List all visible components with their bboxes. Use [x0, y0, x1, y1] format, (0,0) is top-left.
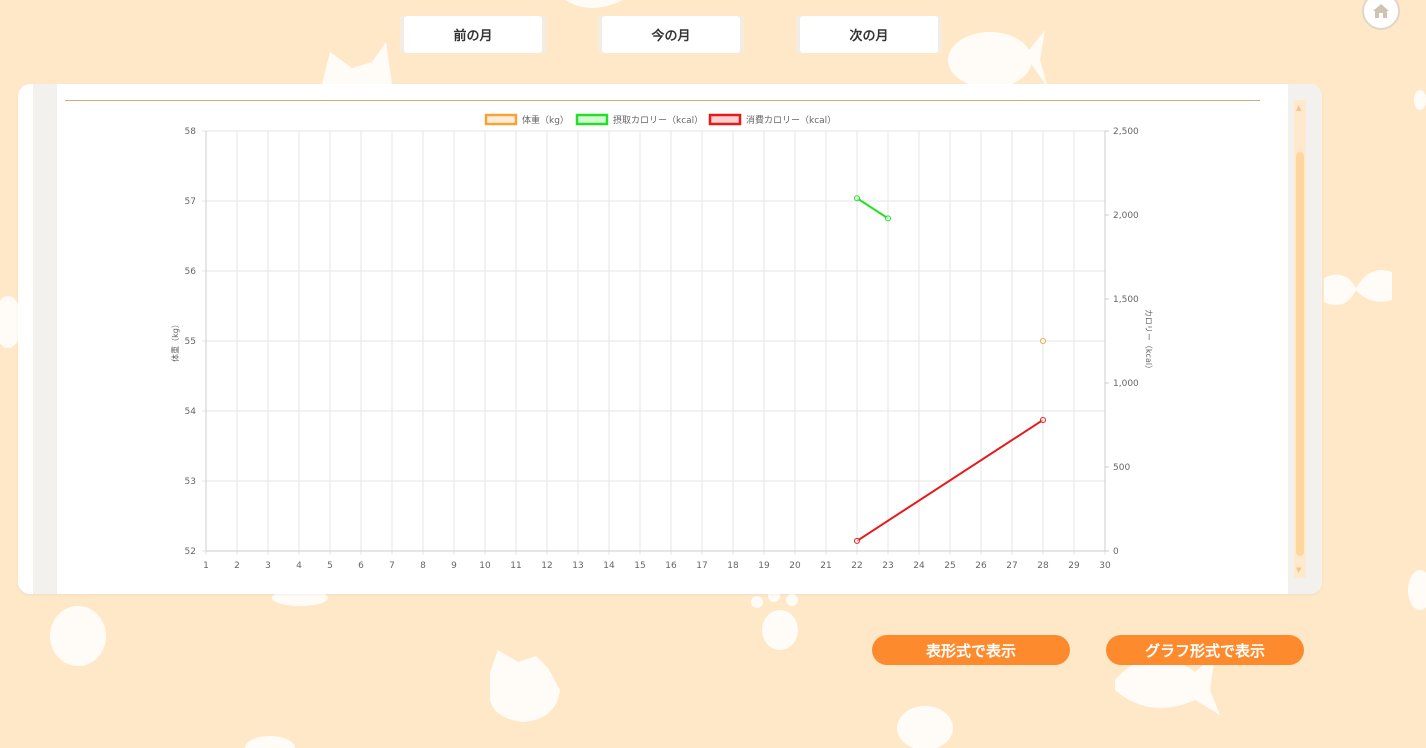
x-tick-label: 30 [1099, 561, 1111, 571]
chart-panel: ▲ ▼ 1 2 3 4 5 6 7 8 9 10 11 12 13 14 15 16 17 18 19 20 21 22 2… [18, 84, 1322, 594]
y-left-tick-label: 58 [185, 127, 197, 137]
x-tick-label: 13 [572, 561, 583, 571]
x-tick-label: 25 [944, 561, 955, 571]
scroll-down-icon[interactable]: ▼ [1296, 566, 1301, 574]
weight-calorie-chart: 1 2 3 4 5 6 7 8 9 10 11 12 13 14 15 16 17 18 19 20 21 22 23 24 2… [170, 113, 1153, 571]
x-tick-label: 16 [665, 561, 677, 571]
x-tick-label: 26 [975, 561, 987, 571]
legend-swatch [484, 113, 518, 126]
x-tick-label: 29 [1068, 561, 1080, 571]
vertical-scrollbar[interactable]: ▲ ▼ [1294, 100, 1306, 578]
y-right-axis-title: カロリー（kcal） [1144, 309, 1153, 373]
x-tick-label: 3 [265, 561, 271, 571]
y-right-tick-label: 2,000 [1113, 211, 1139, 221]
legend-label: 体重（kg） [522, 114, 569, 126]
data-point [1040, 416, 1046, 423]
y-left-tick-label: 55 [185, 337, 196, 347]
legend-swatch [708, 113, 742, 126]
legend-label: 消費カロリー（kcal） [746, 114, 836, 126]
x-tick-label: 23 [882, 561, 893, 571]
x-tick-label: 28 [1037, 561, 1049, 571]
this-month-button[interactable]: 今の月 [598, 16, 744, 53]
x-tick-label: 18 [727, 561, 739, 571]
x-tick-label: 12 [541, 561, 552, 571]
x-tick-label: 6 [358, 561, 364, 571]
legend-label: 摂取カロリー（kcal） [613, 114, 703, 126]
data-point [885, 215, 891, 222]
x-tick-label: 19 [758, 561, 770, 571]
data-point [854, 195, 860, 202]
x-tick-label: 1 [203, 561, 209, 571]
x-tick-label: 4 [296, 561, 302, 571]
x-tick-label: 10 [479, 561, 491, 571]
y-right-tick-label: 1,000 [1113, 379, 1139, 389]
y-left-tick-label: 56 [185, 267, 197, 277]
table-view-button[interactable]: 表形式で表示 [872, 635, 1070, 665]
y-left-tick-label: 53 [185, 477, 196, 487]
x-tick-label: 5 [327, 561, 333, 571]
x-tick-label: 27 [1006, 561, 1017, 571]
legend-swatch [575, 113, 609, 126]
x-tick-label: 24 [913, 561, 925, 571]
x-tick-label: 7 [389, 561, 395, 571]
y-left-axis-title: 体重（kg） [170, 320, 180, 362]
x-tick-label: 11 [510, 561, 521, 571]
scroll-up-icon[interactable]: ▲ [1296, 104, 1301, 112]
data-point [854, 537, 860, 544]
x-tick-label: 15 [634, 561, 645, 571]
y-left-tick-label: 54 [185, 407, 197, 417]
y-right-tick-label: 1,500 [1113, 295, 1139, 305]
x-tick-label: 2 [234, 561, 240, 571]
y-left-tick-label: 57 [185, 197, 196, 207]
x-tick-label: 8 [420, 561, 426, 571]
x-tick-label: 9 [451, 561, 457, 571]
x-tick-label: 22 [851, 561, 862, 571]
x-tick-label: 14 [603, 561, 615, 571]
y-right-tick-label: 0 [1113, 547, 1119, 557]
x-tick-label: 20 [789, 561, 801, 571]
x-tick-label: 17 [696, 561, 707, 571]
x-tick-label: 21 [820, 561, 831, 571]
graph-view-button[interactable]: グラフ形式で表示 [1106, 635, 1304, 665]
home-icon [1373, 4, 1389, 18]
scrollbar-thumb[interactable] [1296, 152, 1304, 556]
y-right-tick-label: 500 [1113, 463, 1130, 473]
y-left-tick-label: 52 [185, 547, 196, 557]
y-right-tick-label: 2,500 [1113, 127, 1139, 137]
next-month-button[interactable]: 次の月 [796, 16, 942, 53]
data-point [1040, 338, 1046, 344]
prev-month-button[interactable]: 前の月 [400, 16, 546, 53]
